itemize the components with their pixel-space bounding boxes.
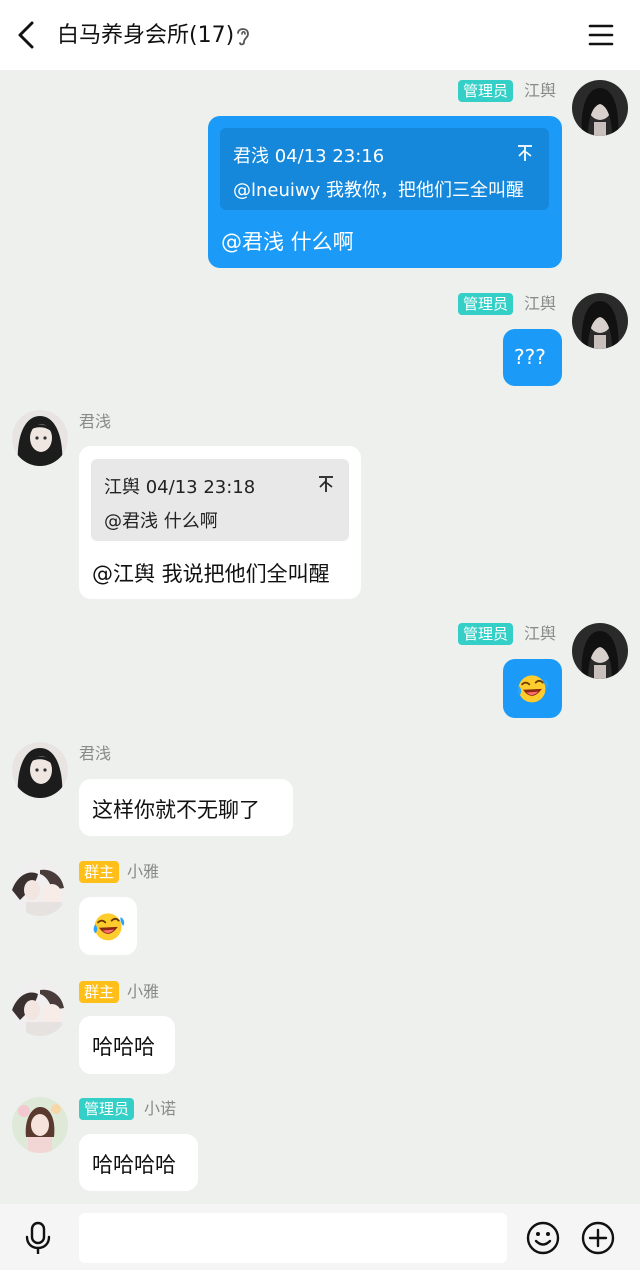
sender-name: 江舆: [524, 624, 557, 643]
message-input[interactable]: [79, 1213, 507, 1263]
quote-meta: 君浅 04/13 23:16: [233, 146, 385, 167]
message-bubble[interactable]: [503, 659, 562, 718]
message-text: 这样你就不无聊了: [92, 798, 260, 822]
avatar[interactable]: [572, 80, 628, 136]
laughing-tears-emoji-icon: [90, 908, 126, 944]
sender-name: 小诺: [144, 1099, 177, 1118]
input-bar: [0, 1204, 640, 1270]
emoji-button[interactable]: [525, 1220, 561, 1256]
avatar[interactable]: [572, 623, 628, 679]
sender-name: 小雅: [127, 982, 160, 1001]
message-bubble[interactable]: [79, 897, 137, 955]
laughing-tears-emoji-icon: [514, 670, 550, 706]
chat-header: 白马养身会所(17): [0, 0, 640, 70]
owner-badge: 群主: [79, 981, 120, 1003]
avatar[interactable]: [12, 860, 68, 916]
chevron-left-icon: [18, 21, 34, 49]
message-text: 哈哈哈哈: [92, 1153, 176, 1177]
quote-text: @君浅 什么啊: [104, 511, 218, 532]
sender-name: 君浅: [79, 744, 112, 763]
quote-text: @lneuiwy 我教你，把他们三全叫醒: [233, 180, 524, 201]
avatar[interactable]: [12, 980, 68, 1036]
avatar[interactable]: [12, 1097, 68, 1153]
sender-name: 江舆: [524, 81, 557, 100]
message-bubble[interactable]: 君浅 04/13 23:16 @lneuiwy 我教你，把他们三全叫醒 @君浅 …: [208, 116, 562, 268]
avatar[interactable]: [12, 410, 68, 466]
microphone-icon: [25, 1221, 51, 1254]
back-button[interactable]: [12, 17, 44, 53]
message-bubble[interactable]: 哈哈哈哈: [79, 1134, 198, 1191]
quoted-message[interactable]: 君浅 04/13 23:16 @lneuiwy 我教你，把他们三全叫醒: [220, 128, 549, 210]
menu-button[interactable]: [586, 20, 616, 50]
message-text: ???: [514, 345, 546, 369]
admin-badge: 管理员: [458, 80, 514, 102]
message-text: @江舆 我说把他们全叫醒: [92, 562, 330, 586]
ear-icon: [234, 24, 252, 48]
sender-name: 江舆: [524, 294, 557, 313]
quote-meta: 江舆 04/13 23:18: [104, 477, 256, 498]
plus-circle-icon: [581, 1221, 615, 1255]
avatar[interactable]: [12, 742, 68, 798]
pin-icon: [517, 144, 533, 162]
sender-name: 小雅: [127, 862, 160, 881]
admin-badge: 管理员: [458, 623, 514, 645]
message-text: 哈哈哈: [92, 1035, 155, 1059]
message-bubble[interactable]: 江舆 04/13 23:18 @君浅 什么啊 @江舆 我说把他们全叫醒: [79, 446, 361, 599]
quoted-message[interactable]: 江舆 04/13 23:18 @君浅 什么啊: [91, 459, 349, 541]
avatar[interactable]: [572, 293, 628, 349]
smiley-icon: [526, 1221, 560, 1255]
more-button[interactable]: [580, 1220, 616, 1256]
message-bubble[interactable]: 哈哈哈: [79, 1016, 175, 1074]
hamburger-menu-icon: [588, 24, 614, 46]
message-bubble[interactable]: ???: [503, 329, 562, 386]
message-bubble[interactable]: 这样你就不无聊了: [79, 779, 293, 836]
voice-button[interactable]: [22, 1220, 54, 1256]
owner-badge: 群主: [79, 861, 120, 883]
message-text: @君浅 什么啊: [221, 230, 354, 254]
admin-badge: 管理员: [458, 293, 514, 315]
admin-badge: 管理员: [79, 1098, 135, 1120]
pin-icon: [318, 475, 334, 493]
chat-title: 白马养身会所(17): [57, 23, 235, 48]
sender-name: 君浅: [79, 412, 112, 431]
